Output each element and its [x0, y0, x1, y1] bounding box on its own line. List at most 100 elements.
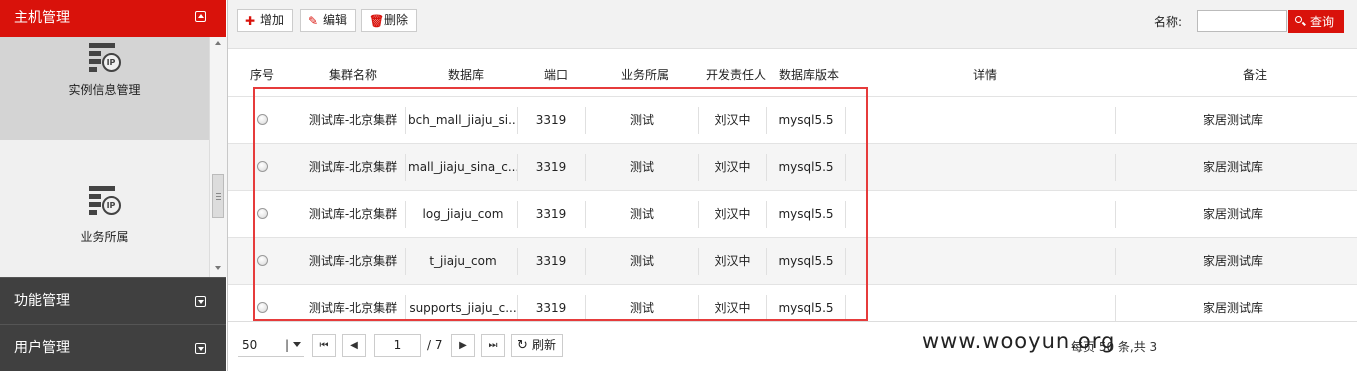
- add-button[interactable]: ✚ 增加: [237, 9, 294, 32]
- row-radio[interactable]: [257, 302, 268, 313]
- cell-detail: [848, 191, 1113, 237]
- pagination-bar: 50 | ⏮ ◀ 1 / 7 ▶ ⏭ ↻ 刷新: [228, 321, 1357, 372]
- add-button-label: 增加: [260, 13, 285, 27]
- pencil-icon: ✎: [308, 14, 319, 28]
- table-row[interactable]: 测试库-北京集群 mall_jiaju_sina_c... 3319 测试 刘汉…: [228, 143, 1357, 190]
- refresh-label: 刷新: [532, 338, 557, 352]
- last-page-icon: ⏭: [488, 340, 498, 351]
- cell-database: mall_jiaju_sina_c...: [408, 160, 518, 174]
- cell-owner: 刘汉中: [714, 254, 751, 268]
- cell-port: 3319: [535, 160, 567, 174]
- sidebar-section-label: 主机管理: [14, 10, 70, 26]
- sidebar: 主机管理 IP 实例信息管理 IP 业务所属 功能管理 用户管理: [0, 0, 228, 371]
- last-page-button[interactable]: ⏭: [481, 334, 505, 357]
- watermark: www.wooyun.org: [922, 329, 1116, 353]
- cell-database: bch_mall_jiaju_si...: [408, 113, 518, 127]
- expand-icon[interactable]: [195, 343, 206, 354]
- cell-port: 3319: [535, 207, 567, 221]
- cell-cluster: 测试库-北京集群: [308, 207, 398, 221]
- chevron-down-icon: [293, 342, 301, 347]
- row-radio[interactable]: [257, 161, 268, 172]
- cell-version: mysql5.5: [778, 160, 834, 174]
- cell-business: 测试: [629, 160, 654, 174]
- ip-list-icon: IP: [88, 43, 121, 73]
- page-size-select[interactable]: 50 |: [238, 334, 304, 357]
- table-row[interactable]: 测试库-北京集群 log_jiaju_com 3319 测试 刘汉中 mysql…: [228, 190, 1357, 237]
- cell-remark: 家居测试库: [1202, 207, 1263, 221]
- scrollbar-thumb[interactable]: [212, 174, 224, 218]
- column-header-version: 数据库版本: [779, 68, 840, 82]
- cell-detail: [848, 97, 1113, 143]
- current-page-value: 1: [393, 338, 402, 352]
- cell-owner: 刘汉中: [714, 160, 751, 174]
- dropdown-divider: |: [285, 338, 290, 352]
- table-row[interactable]: 测试库-北京集群 t_jiaju_com 3319 测试 刘汉中 mysql5.…: [228, 237, 1357, 284]
- total-pages-label: / 7: [427, 338, 443, 352]
- sidebar-item-label: 业务所属: [80, 230, 129, 244]
- search-input[interactable]: [1197, 10, 1287, 32]
- cell-version: mysql5.5: [778, 113, 834, 127]
- column-header-cluster: 集群名称: [329, 68, 378, 82]
- sidebar-section-label: 用户管理: [14, 340, 70, 356]
- delete-button[interactable]: 🗑 删除: [361, 9, 418, 32]
- cell-remark: 家居测试库: [1202, 254, 1263, 268]
- edit-button-label: 编辑: [323, 13, 348, 27]
- sidebar-section-label: 功能管理: [14, 293, 70, 309]
- table-row[interactable]: 测试库-北京集群 bch_mall_jiaju_si... 3319 测试 刘汉…: [228, 96, 1357, 143]
- cell-remark: 家居测试库: [1202, 160, 1263, 174]
- cell-business: 测试: [629, 113, 654, 127]
- first-page-icon: ⏮: [319, 340, 329, 351]
- cell-remark: 家居测试库: [1202, 113, 1263, 127]
- next-page-icon: ▶: [459, 340, 467, 351]
- sidebar-panel: IP 实例信息管理 IP 业务所属: [0, 37, 226, 277]
- column-header-port: 端口: [544, 68, 569, 82]
- sidebar-section-host-management[interactable]: 主机管理: [0, 0, 226, 37]
- cell-cluster: 测试库-北京集群: [308, 254, 398, 268]
- row-radio[interactable]: [257, 255, 268, 266]
- search-button[interactable]: 查询: [1288, 10, 1344, 33]
- delete-button-label: 删除: [384, 13, 409, 27]
- search-button-label: 查询: [1310, 15, 1335, 29]
- next-page-button[interactable]: ▶: [451, 334, 475, 357]
- sidebar-section-user-management[interactable]: 用户管理: [0, 324, 226, 371]
- toolbar: ✚ 增加 ✎ 编辑 🗑 删除 名称: 查询: [228, 0, 1357, 49]
- main-content: ✚ 增加 ✎ 编辑 🗑 删除 名称: 查询 序号 集群名称 数据库 端口 业务所…: [228, 0, 1357, 372]
- refresh-button[interactable]: ↻ 刷新: [511, 334, 563, 357]
- cell-cluster: 测试库-北京集群: [308, 113, 398, 127]
- refresh-icon: ↻: [517, 338, 528, 353]
- cell-database: t_jiaju_com: [429, 254, 497, 268]
- sidebar-item-business[interactable]: IP 业务所属: [0, 140, 209, 277]
- column-header-business: 业务所属: [621, 68, 670, 82]
- cell-detail: [848, 144, 1113, 190]
- trash-icon: 🗑: [369, 14, 385, 28]
- page-size-value: 50: [242, 338, 258, 352]
- table-row[interactable]: 测试库-北京集群 supports_jiaju_c... 3319 测试 刘汉中…: [228, 284, 1357, 322]
- search-icon: [1295, 16, 1302, 23]
- prev-page-button[interactable]: ◀: [342, 334, 366, 357]
- collapse-icon[interactable]: [195, 11, 206, 22]
- plus-icon: ✚: [245, 14, 256, 28]
- search-label: 名称:: [1154, 15, 1183, 29]
- column-header-database: 数据库: [448, 68, 485, 82]
- column-header-index: 序号: [250, 68, 275, 82]
- sidebar-section-function-management[interactable]: 功能管理: [0, 277, 226, 324]
- cell-business: 测试: [629, 254, 654, 268]
- cell-port: 3319: [535, 254, 567, 268]
- current-page-input[interactable]: 1: [374, 334, 421, 357]
- cell-owner: 刘汉中: [714, 207, 751, 221]
- cell-version: mysql5.5: [778, 207, 834, 221]
- expand-icon[interactable]: [195, 296, 206, 307]
- cell-version: mysql5.5: [778, 254, 834, 268]
- first-page-button[interactable]: ⏮: [312, 334, 336, 357]
- row-radio[interactable]: [257, 114, 268, 125]
- row-radio[interactable]: [257, 208, 268, 219]
- cell-port: 3319: [535, 113, 567, 127]
- column-header-owner: 开发责任人: [706, 68, 767, 82]
- cell-detail: [848, 238, 1113, 284]
- ip-list-icon: IP: [88, 186, 121, 216]
- sidebar-scrollbar[interactable]: [209, 37, 227, 277]
- edit-button[interactable]: ✎ 编辑: [300, 9, 357, 32]
- sidebar-item-instance-info[interactable]: IP 实例信息管理: [0, 37, 209, 140]
- scroll-up-icon[interactable]: [215, 41, 221, 45]
- scroll-down-icon[interactable]: [215, 266, 221, 270]
